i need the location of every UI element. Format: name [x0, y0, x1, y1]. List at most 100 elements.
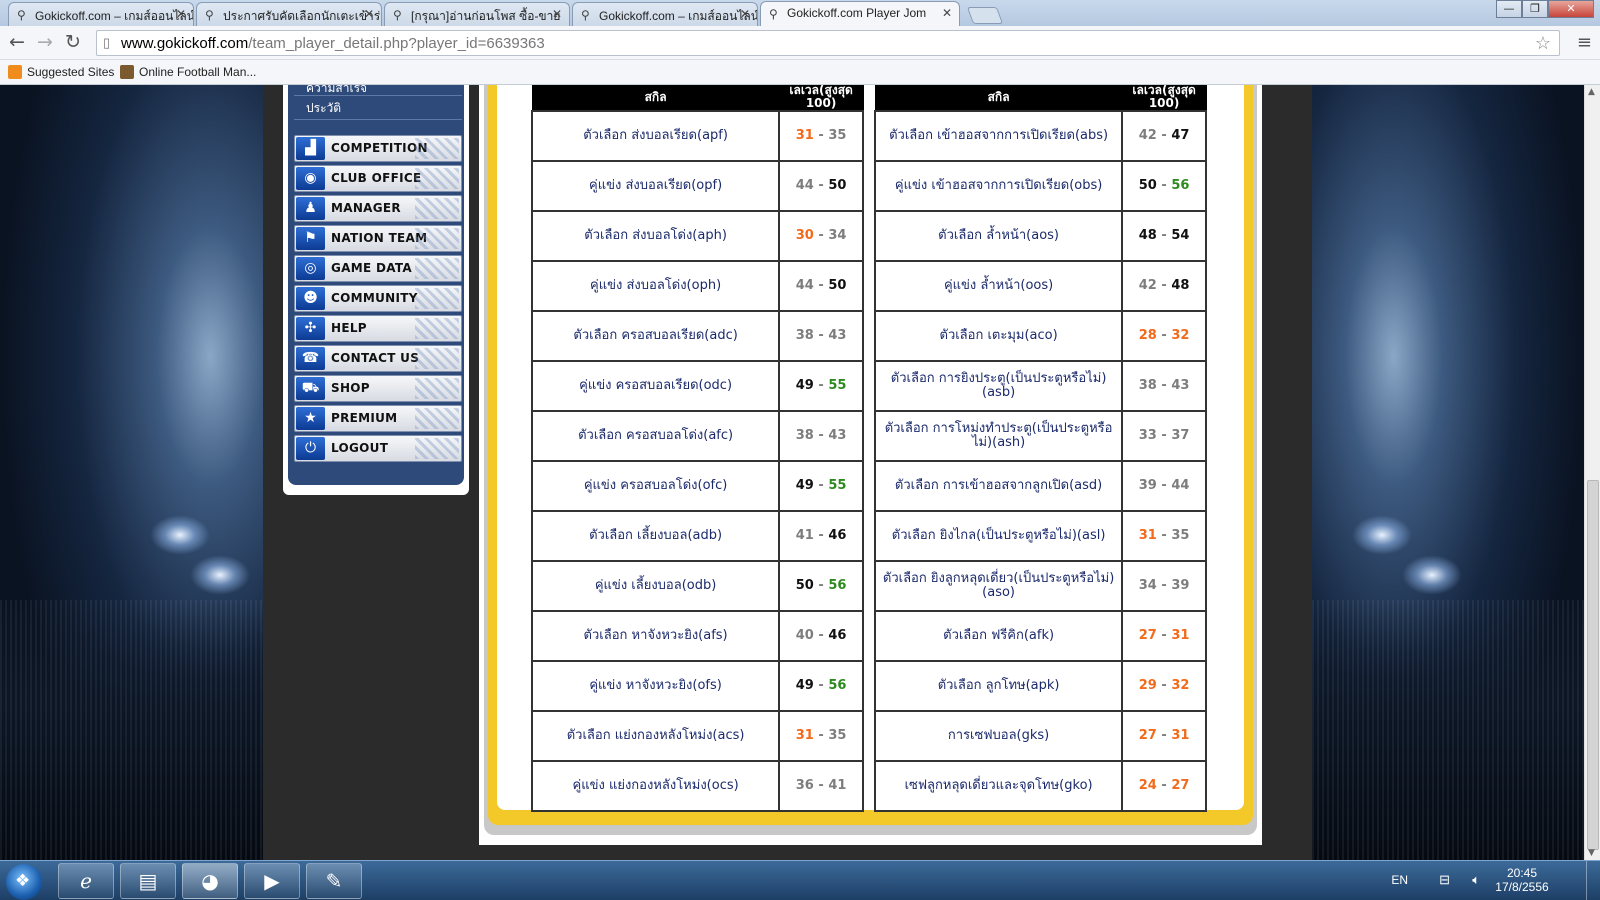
suggested-sites-icon	[8, 65, 22, 79]
browser-tab-4[interactable]: ⚲ Gokickoff.com – เกมส์ออนไลน์ ✕	[572, 2, 758, 26]
level-low: 33	[1138, 428, 1157, 443]
maximize-button[interactable]: ❐	[1522, 0, 1548, 18]
level-high: 32	[1171, 328, 1190, 343]
skill-level-cell: 38 - 43	[1121, 360, 1207, 412]
table-row: ตัวเลือก ส่งบอลเรียด(apf) 31 - 35	[530, 110, 864, 162]
skill-name-cell: คู่แข่ง ส่งบอลโด่ง(oph)	[530, 260, 781, 312]
tab-title: [กรุณา]อ่านก่อนโพส ซื้อ-ขาย	[411, 9, 561, 23]
start-button[interactable]: ❖	[6, 864, 42, 900]
data-ball-icon: ◎	[296, 257, 325, 280]
chrome-icon[interactable]: ◕	[182, 863, 238, 899]
show-desktop-button[interactable]	[1586, 861, 1600, 900]
paint-icon[interactable]: ✎	[306, 863, 362, 899]
level-high: 50	[828, 278, 847, 293]
close-tab-icon[interactable]: ✕	[942, 6, 952, 20]
skill-level-cell: 42 - 48	[1121, 260, 1207, 312]
skill-name-cell: ตัวเลือก เข้าฮอสจากการเปิดเรียด(abs)	[873, 110, 1124, 162]
sidebar-link-history[interactable]: ประวัติ	[306, 99, 341, 118]
close-tab-icon[interactable]: ✕	[364, 7, 374, 21]
language-indicator[interactable]: EN	[1391, 873, 1408, 887]
network-icon[interactable]: ⊟	[1439, 872, 1450, 888]
skill-name-cell: คู่แข่ง ครอสบอลเรียด(odc)	[530, 360, 781, 412]
vertical-scrollbar[interactable]: ▲ ▼	[1584, 85, 1600, 860]
football-manager-icon	[120, 65, 134, 79]
skills-table-right: สกิล เลเวล(สูงสุด 100) ตัวเลือก เข้าฮอสจ…	[873, 85, 1207, 812]
menu-help[interactable]: ✣ HELP	[294, 315, 462, 342]
skill-level-cell: 34 - 39	[1121, 560, 1207, 612]
level-low: 31	[795, 728, 814, 743]
menu-manager[interactable]: ♟ MANAGER	[294, 195, 462, 222]
bookmark-online-football[interactable]: Online Football Man...	[120, 65, 256, 79]
skill-level-cell: 30 - 34	[778, 210, 864, 262]
scroll-up-arrow-icon[interactable]: ▲	[1588, 87, 1595, 97]
level-high: 56	[828, 578, 847, 593]
menu-competition[interactable]: ▟ COMPETITION	[294, 135, 462, 162]
sidebar-link-achievements[interactable]: ความสำเร็จ	[306, 85, 367, 98]
clock-date: 17/8/2556	[1495, 880, 1549, 894]
close-tab-icon[interactable]: ✕	[740, 7, 750, 21]
flag-icon: ⚑	[296, 227, 325, 250]
menu-community[interactable]: ☻ COMMUNITY	[294, 285, 462, 312]
level-low: 40	[795, 628, 814, 643]
browser-tab-3[interactable]: ⚲ [กรุณา]อ่านก่อนโพส ซื้อ-ขาย ✕	[384, 2, 570, 26]
table-row: ตัวเลือก ครอสบอลโด่ง(afc) 38 - 43	[530, 410, 864, 462]
level-low: 38	[795, 328, 814, 343]
skill-level-cell: 29 - 32	[1121, 660, 1207, 712]
media-player-icon[interactable]: ▶	[244, 863, 300, 899]
skill-name-cell: ตัวเลือก การยิงประตู(เป็นประตูหรือไม่)(a…	[873, 360, 1124, 412]
skill-level-cell: 50 - 56	[778, 560, 864, 612]
level-low: 50	[1138, 178, 1157, 193]
address-bar[interactable]: ▯ www.gokickoff.com/team_player_detail.p…	[96, 30, 1560, 56]
table-row: ตัวเลือก การเข้าฮอสจากลูกเปิด(asd) 39 - 4…	[873, 460, 1207, 512]
level-low: 42	[1138, 128, 1157, 143]
tab-title: Gokickoff.com – เกมส์ออนไลน์	[599, 9, 758, 23]
table-row: คู่แข่ง ครอสบอลเรียด(odc) 49 - 55	[530, 360, 864, 412]
forward-arrow-icon[interactable]: →	[34, 31, 56, 53]
close-window-button[interactable]: ✕	[1548, 0, 1594, 18]
tab-title: ประกาศรับคัดเลือกนักเตะเข้าร่วมทีม	[223, 9, 381, 23]
reload-icon[interactable]: ↻	[62, 31, 84, 53]
table-row: ตัวเลือก ส่งบอลโด่ง(aph) 30 - 34	[530, 210, 864, 262]
level-low: 31	[795, 128, 814, 143]
skill-level-cell: 41 - 46	[778, 510, 864, 562]
level-low: 48	[1138, 228, 1157, 243]
browser-tab-2[interactable]: ⚲ ประกาศรับคัดเลือกนักเตะเข้าร่วมทีม ✕	[196, 2, 382, 26]
bookmark-suggested-sites[interactable]: Suggested Sites	[8, 65, 114, 79]
close-tab-icon[interactable]: ✕	[552, 7, 562, 21]
browser-tab-1[interactable]: ⚲ Gokickoff.com – เกมส์ออนไลน์ฟุตบอล ✕	[8, 2, 194, 26]
menu-shop[interactable]: ⛟ SHOP	[294, 375, 462, 402]
volume-icon[interactable]: 🔈︎	[1472, 872, 1480, 888]
chrome-menu-icon[interactable]: ≡	[1577, 32, 1592, 53]
menu-contact-us[interactable]: ☎ CONTACT US	[294, 345, 462, 372]
minimize-button[interactable]: —	[1496, 0, 1522, 18]
browser-toolbar: ← → ↻ ▯ www.gokickoff.com/team_player_de…	[0, 26, 1600, 60]
file-explorer-icon[interactable]: ▤	[120, 863, 176, 899]
level-high: 46	[828, 628, 847, 643]
column-header-skill: สกิล	[531, 85, 780, 112]
menu-logout[interactable]: ⏻ LOGOUT	[294, 435, 462, 462]
windows-logo-icon: ❖	[15, 871, 31, 891]
scrollbar-thumb[interactable]	[1587, 480, 1599, 850]
level-low: 39	[1138, 478, 1157, 493]
level-low: 30	[795, 228, 814, 243]
internet-explorer-icon[interactable]: ℯ	[58, 863, 114, 899]
new-tab-button[interactable]	[966, 7, 1004, 24]
close-tab-icon[interactable]: ✕	[176, 7, 186, 21]
level-low: 38	[1138, 378, 1157, 393]
browser-tab-active[interactable]: ⚲ Gokickoff.com Player Jom ✕	[760, 1, 960, 26]
column-header-skill: สกิล	[874, 85, 1123, 112]
skill-name-cell: ตัวเลือก ครอสบอลโด่ง(afc)	[530, 410, 781, 462]
skill-name-cell: คู่แข่ง ส่งบอลเรียด(opf)	[530, 160, 781, 212]
skill-name-cell: ตัวเลือก หาจังหวะยิง(afs)	[530, 610, 781, 662]
menu-club-office[interactable]: ◉ CLUB OFFICE	[294, 165, 462, 192]
skill-name-cell: ตัวเลือก การเข้าฮอสจากลูกเปิด(asd)	[873, 460, 1124, 512]
level-low: 50	[795, 578, 814, 593]
back-arrow-icon[interactable]: ←	[6, 31, 28, 53]
menu-premium[interactable]: ★ PREMIUM	[294, 405, 462, 432]
menu-nation-team[interactable]: ⚑ NATION TEAM	[294, 225, 462, 252]
bookmark-star-icon[interactable]: ☆	[1535, 33, 1551, 54]
clock[interactable]: 20:45 17/8/2556	[1492, 866, 1552, 894]
scroll-down-arrow-icon[interactable]: ▼	[1588, 848, 1595, 858]
menu-game-data[interactable]: ◎ GAME DATA	[294, 255, 462, 282]
level-low: 44	[795, 278, 814, 293]
